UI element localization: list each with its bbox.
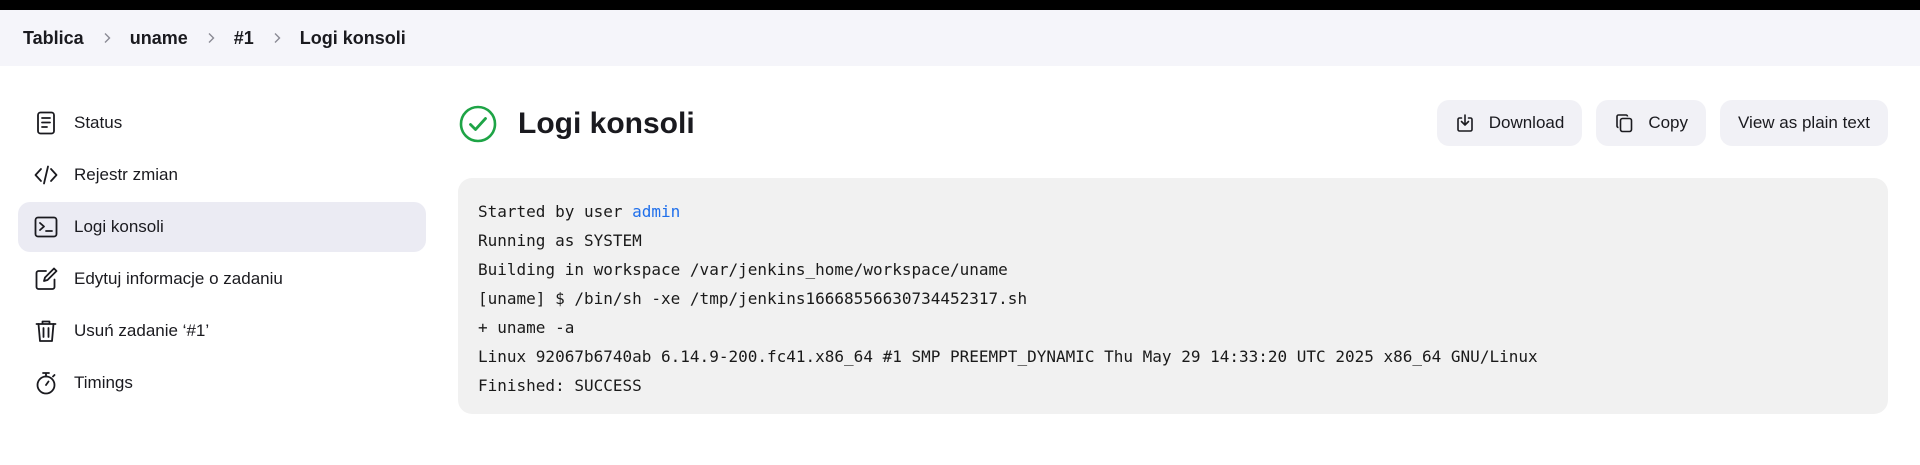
download-button[interactable]: Download [1436,100,1583,146]
sidebar-item-edit[interactable]: Edytuj informacje o zadaniu [18,254,426,304]
sidebar-item-label: Status [74,113,123,132]
trash-icon [32,317,60,345]
view-plain-text-button[interactable]: View as plain text [1720,100,1888,146]
page-header: Logi konsoli [458,100,695,148]
chevron-right-icon [188,32,234,44]
console-line: [uname] $ /bin/sh -xe /tmp/jenkins166685… [478,289,1028,308]
sidebar-item-label: Usuń zadanie ‘#1’ [74,321,210,340]
document-icon [32,109,60,137]
sidebar-item-changes[interactable]: Rejestr zmian [18,150,426,200]
console-line: Finished: SUCCESS [478,376,642,395]
edit-icon [32,265,60,293]
breadcrumb-dashboard[interactable]: Tablica [23,28,84,49]
console-line: Building in workspace /var/jenkins_home/… [478,260,1008,279]
sidebar-item-delete[interactable]: Usuń zadanie ‘#1’ [18,306,426,356]
console-line: Running as SYSTEM [478,231,642,250]
top-strip [0,0,1920,10]
terminal-icon [32,213,60,241]
stopwatch-icon [32,369,60,397]
copy-button[interactable]: Copy [1596,100,1707,146]
sidebar: Status Rejestr zmian Logi konsoli Edytuj… [18,98,426,410]
breadcrumb-console[interactable]: Logi konsoli [300,28,406,49]
sidebar-item-status[interactable]: Status [18,98,426,148]
console-line: Started by user admin [478,197,1868,226]
copy-label: Copy [1648,113,1689,132]
sidebar-item-label: Edytuj informacje o zadaniu [74,269,283,288]
chevron-right-icon [84,32,130,44]
sidebar-item-console[interactable]: Logi konsoli [18,202,426,252]
sidebar-item-label: Timings [74,373,133,392]
user-link[interactable]: admin [632,202,680,221]
console-output: Started by user admin Running as SYSTEM Bu… [458,178,1888,414]
copy-icon [1614,112,1636,134]
console-line: Linux 92067b6740ab 6.14.9-200.fc41.x86_6… [478,347,1538,366]
sidebar-item-label: Rejestr zmian [74,165,178,184]
console-actions: Download Copy View as plain text [1436,100,1888,146]
sidebar-item-timings[interactable]: Timings [18,358,426,408]
download-label: Download [1488,113,1565,132]
success-check-icon [458,104,498,144]
download-icon [1455,112,1477,134]
console-text: Started by user [478,202,633,221]
breadcrumb-build[interactable]: #1 [234,28,254,49]
code-icon [32,161,60,189]
page-title: Logi konsoli [518,107,695,140]
view-plain-text-label: View as plain text [1738,113,1870,132]
chevron-right-icon [254,32,300,44]
breadcrumb: Tablica uname #1 Logi konsoli [0,10,1920,66]
sidebar-item-label: Logi konsoli [74,217,164,236]
console-line: + uname -a [478,318,575,337]
breadcrumb-job[interactable]: uname [130,28,188,49]
